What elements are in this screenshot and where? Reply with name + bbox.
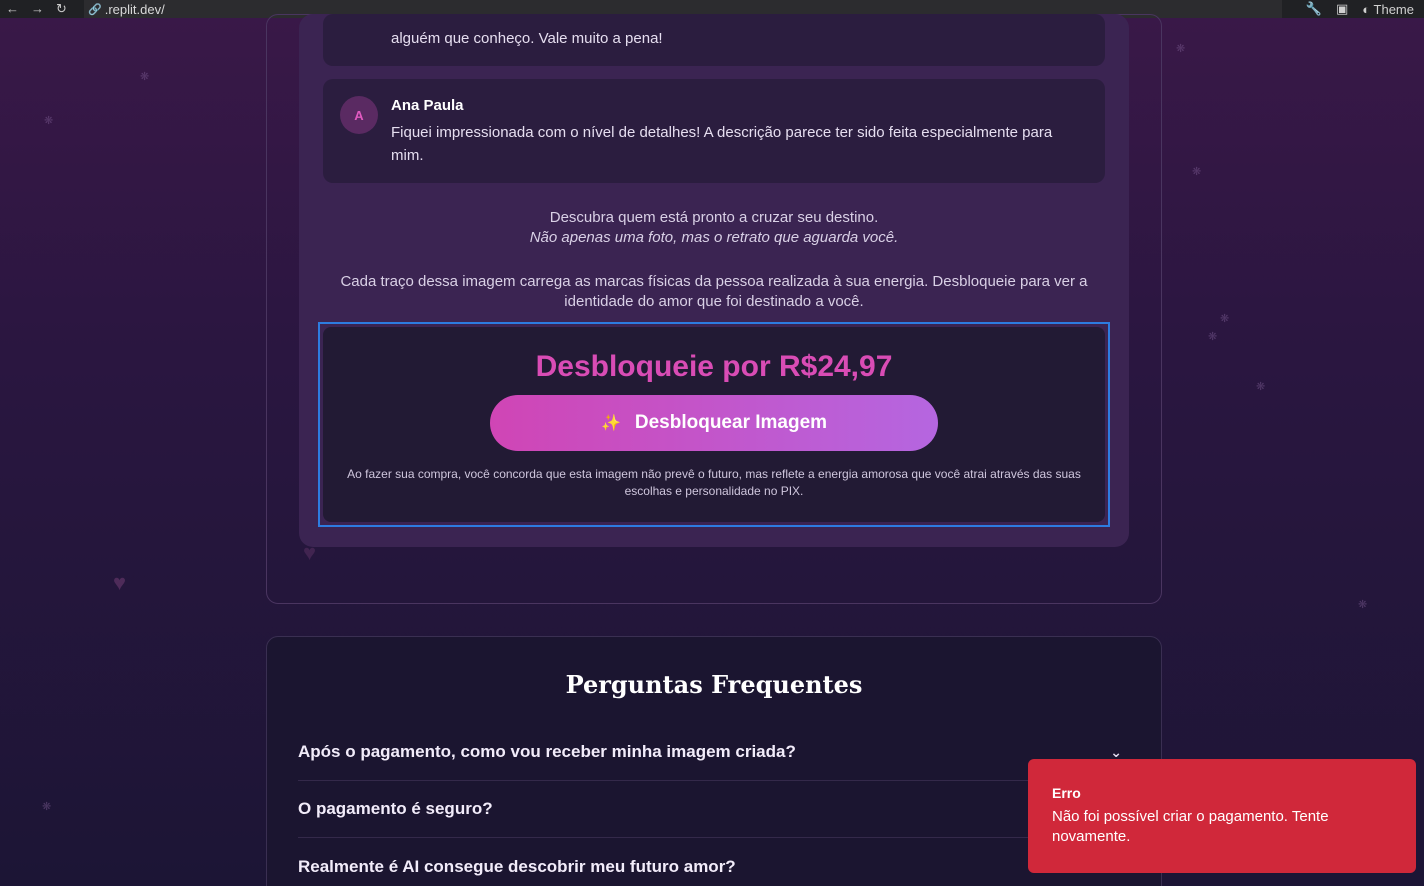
theme-button[interactable]: ◐ Theme (1362, 2, 1414, 17)
faq-title: Perguntas Frequentes (565, 670, 863, 699)
back-arrow-icon[interactable]: ← (6, 0, 19, 18)
sparkle-decoration-icon: ❋ (1176, 43, 1186, 55)
faq-item[interactable]: Após o pagamento, como vou receber minha… (298, 724, 1128, 781)
sparkle-decoration-icon: ❋ (1192, 166, 1202, 178)
destiny-tagline: Descubra quem está pronto a cruzar seu d… (323, 208, 1105, 248)
toast-message: Não foi possível criar o pagamento. Tent… (1052, 808, 1329, 845)
sparkles-icon: ✨ (600, 415, 621, 432)
faq-question: O pagamento é seguro? (298, 799, 493, 818)
forward-arrow-icon[interactable]: → (31, 0, 44, 18)
chevron-down-icon: ⌄ (1110, 743, 1122, 760)
sparkle-decoration-icon: ❋ (42, 801, 52, 813)
nav-controls: ← → ↻ (0, 0, 84, 18)
wrench-icon[interactable]: 🔧 (1306, 1, 1322, 17)
url-text: .replit.dev/ (104, 1, 165, 17)
palette-icon: ◐ (1362, 1, 1371, 17)
purchase-terms: Ao fazer sua compra, você concorda que e… (347, 467, 1081, 498)
tagline-line: Descubra quem está pronto a cruzar seu d… (549, 209, 879, 226)
sparkle-decoration-icon: ❋ (1256, 381, 1266, 393)
faq-question: Realmente é AI consegue descobrir meu fu… (298, 856, 736, 876)
testimonial-author: Ana Paula (391, 97, 464, 114)
reload-icon[interactable]: ↻ (56, 0, 67, 18)
unlock-description: Cada traço dessa imagem carrega as marca… (340, 273, 1088, 310)
sparkle-decoration-icon: ❋ (140, 71, 150, 83)
sparkle-decoration-icon: ❋ (1208, 331, 1218, 343)
browser-tools: 🔧 ▣ ◐ Theme (1306, 0, 1414, 18)
error-toast[interactable]: Erro Não foi possível criar o pagamento.… (1028, 759, 1416, 873)
unlock-button-label: Desbloquear Imagem (634, 412, 828, 433)
sparkle-decoration-icon: ❋ (1220, 313, 1230, 325)
devices-icon[interactable]: ▣ (1336, 1, 1348, 17)
faq-item[interactable]: Realmente é AI consegue descobrir meu fu… (298, 838, 1128, 886)
heart-decoration-icon: ♥ (113, 570, 127, 595)
testimonial-card: alguém que conheço. Vale muito a pena! (323, 14, 1105, 66)
sparkle-decoration-icon: ❋ (44, 115, 54, 127)
tagline-italic-line: Não apenas uma foto, mas o retrato que a… (529, 229, 899, 246)
faq-question: Após o pagamento, como vou receber minha… (298, 742, 796, 761)
testimonial-text: alguém que conheço. Vale muito a pena! (391, 30, 663, 47)
avatar: A (340, 96, 378, 134)
price-heading: Desbloqueie por R$24,97 (535, 350, 893, 383)
link-icon: 🔗 (88, 3, 102, 16)
toast-title: Erro (1052, 785, 1081, 801)
theme-label: Theme (1373, 1, 1414, 17)
unlock-image-button[interactable]: ✨ Desbloquear Imagem (490, 395, 938, 451)
faq-item[interactable]: O pagamento é seguro? (298, 781, 1128, 838)
sparkle-decoration-icon: ❋ (1358, 599, 1368, 611)
testimonial-text: Fiquei impressionada com o nível de deta… (391, 124, 1053, 164)
testimonial-card: A Ana Paula Fiquei impressionada com o n… (323, 79, 1105, 183)
